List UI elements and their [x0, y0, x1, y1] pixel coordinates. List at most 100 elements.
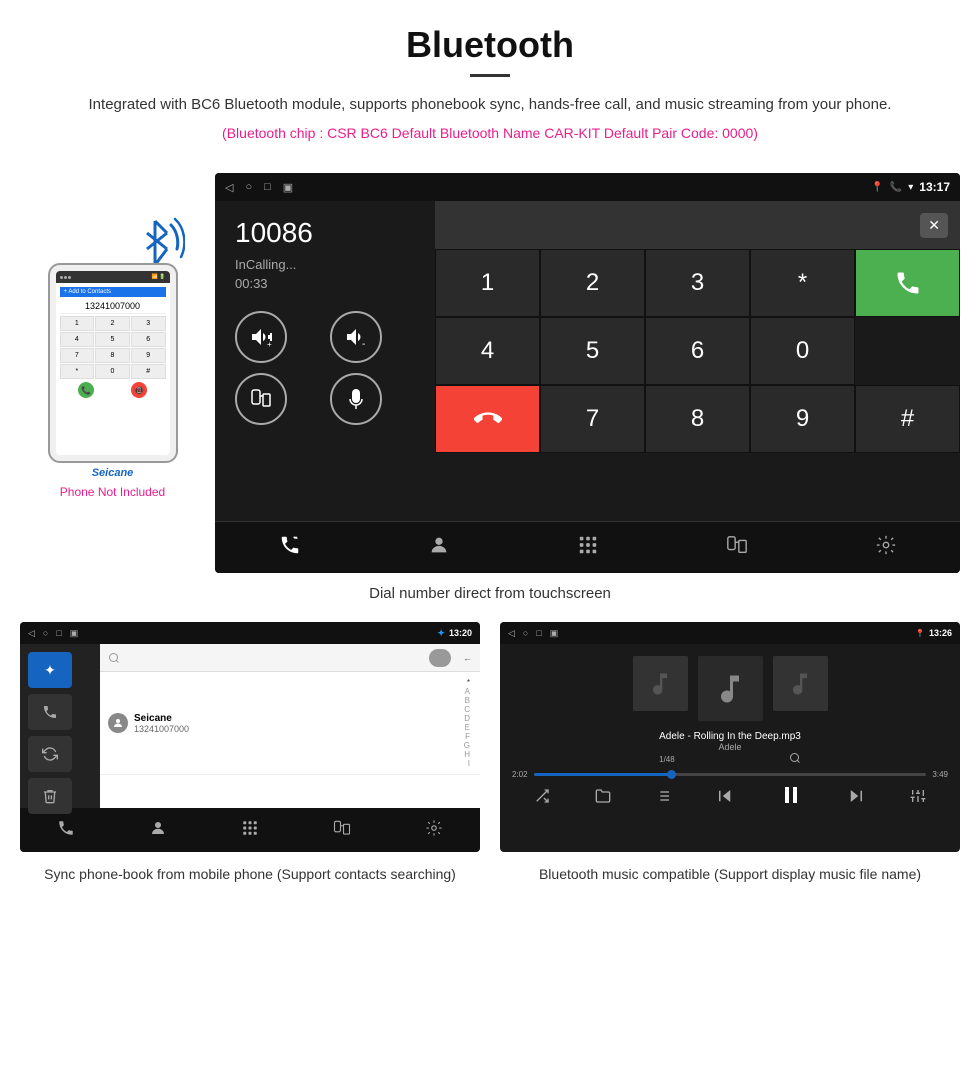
music-track-title: Adele - Rolling In the Deep.mp3: [659, 731, 801, 742]
nav-more-btn[interactable]: ▣: [283, 181, 293, 194]
bottom-settings-icon[interactable]: [859, 526, 913, 570]
dialer-right-panel: ✕ 1 2 3 * 4 5 6 0: [435, 201, 960, 521]
music-nav-back[interactable]: ◁: [508, 628, 515, 639]
pb-contact-number: 13241007000: [134, 724, 189, 734]
pb-contact-avatar: [108, 713, 128, 733]
music-list-btn[interactable]: [655, 788, 671, 807]
music-content: Adele - Rolling In the Deep.mp3 Adele 1/…: [500, 644, 960, 808]
music-folder-btn[interactable]: [595, 788, 611, 807]
pb-sync-btn[interactable]: [28, 736, 72, 772]
caller-duration: 00:33: [235, 276, 415, 291]
pb-nav-more[interactable]: ▣: [70, 628, 79, 639]
dialer-input: ✕: [435, 201, 960, 249]
mute-btn[interactable]: [330, 373, 382, 425]
car-dialer-screen: ◁ ○ □ ▣ 📍 📞 ▾ 13:17 10086 InCalling... 0…: [215, 173, 960, 573]
music-album-right: [773, 656, 828, 711]
pb-phone-btn[interactable]: [28, 694, 72, 730]
music-nav-more[interactable]: ▣: [550, 628, 559, 639]
key-hash[interactable]: #: [855, 385, 960, 453]
pb-bottom-contacts[interactable]: [141, 811, 175, 850]
phone-keypad: 123 456 789 *0#: [60, 316, 166, 379]
pb-bt-btn[interactable]: ✦: [28, 652, 72, 688]
key-5[interactable]: 5: [540, 317, 645, 385]
key-7[interactable]: 7: [540, 385, 645, 453]
nav-recent-btn[interactable]: □: [264, 181, 271, 194]
key-6[interactable]: 6: [645, 317, 750, 385]
pb-bottom-dialpad[interactable]: [233, 811, 267, 850]
phone-call-buttons: 📞 📵: [60, 382, 166, 398]
music-status-bar: ◁ ○ □ ▣ 📍 13:26: [500, 622, 960, 644]
bottom-transfer-icon[interactable]: [710, 526, 764, 570]
car-bottom-bar: [215, 521, 960, 573]
end-call-btn[interactable]: [435, 385, 540, 453]
music-block: ◁ ○ □ ▣ 📍 13:26: [500, 622, 960, 885]
transfer-btn[interactable]: [235, 373, 287, 425]
key-9[interactable]: 9: [750, 385, 855, 453]
music-play-btn[interactable]: [779, 783, 803, 812]
music-prev-btn[interactable]: [716, 787, 734, 808]
key-8[interactable]: 8: [645, 385, 750, 453]
main-caption: Dial number direct from touchscreen: [0, 573, 980, 622]
music-albums: [633, 656, 828, 721]
pb-nav-back[interactable]: ◁: [28, 628, 35, 639]
music-location-icon: 📍: [915, 629, 925, 638]
pb-bottom-bar: [20, 808, 480, 852]
pb-contact-name: Seicane: [134, 713, 189, 724]
phone-screen: 📶 🔋 + Add to Contacts 13241007000 123 45…: [56, 271, 170, 455]
music-search-icon[interactable]: [789, 752, 801, 766]
wifi-icon: ▾: [908, 182, 913, 193]
pb-bottom-settings[interactable]: [417, 811, 451, 850]
backspace-btn[interactable]: ✕: [920, 213, 948, 238]
bottom-phone-icon[interactable]: [263, 526, 317, 570]
pb-delete-btn[interactable]: [28, 778, 72, 814]
music-nav-home[interactable]: ○: [523, 628, 528, 638]
music-progress-dot: [667, 770, 676, 779]
music-progress-bar[interactable]: [534, 773, 927, 776]
pb-time: 13:20: [449, 628, 472, 638]
music-next-btn[interactable]: [847, 787, 865, 808]
music-current-time: 2:02: [512, 770, 528, 779]
music-equalizer-btn[interactable]: [910, 788, 926, 807]
key-star[interactable]: *: [750, 249, 855, 317]
svg-text:+: +: [267, 340, 272, 349]
music-album-main: [698, 656, 763, 721]
phone-not-included-label: Phone Not Included: [20, 485, 205, 499]
phonebook-content: ✦: [20, 644, 480, 808]
vol-up-btn[interactable]: +: [235, 311, 287, 363]
dialer-left-panel: 10086 InCalling... 00:33 +: [215, 201, 435, 521]
pb-bottom-phone[interactable]: [49, 811, 83, 850]
bottom-contacts-icon[interactable]: [412, 526, 466, 570]
music-album-left: [633, 656, 688, 711]
phone-contact-bar: + Add to Contacts: [60, 287, 166, 297]
key-2[interactable]: 2: [540, 249, 645, 317]
seicane-logo: Seicane: [20, 467, 205, 479]
pb-nav-recent[interactable]: □: [56, 628, 61, 638]
caller-status: InCalling...: [235, 257, 415, 272]
music-nav-recent[interactable]: □: [536, 628, 541, 638]
key-1[interactable]: 1: [435, 249, 540, 317]
music-shuffle-btn[interactable]: [534, 788, 550, 807]
bottom-dialpad-icon[interactable]: [561, 526, 615, 570]
key-4[interactable]: 4: [435, 317, 540, 385]
pb-search-bar: ←: [100, 644, 480, 672]
phone-signal-icon: 📞: [890, 182, 902, 193]
vol-down-btn[interactable]: -: [330, 311, 382, 363]
pb-main: ← Seicane 13241007000: [100, 644, 480, 808]
phone-mockup: 📶 🔋 + Add to Contacts 13241007000 123 45…: [20, 213, 205, 499]
nav-home-btn[interactable]: ○: [245, 181, 252, 194]
car-status-bar: ◁ ○ □ ▣ 📍 📞 ▾ 13:17: [215, 173, 960, 201]
key-3[interactable]: 3: [645, 249, 750, 317]
key-0[interactable]: 0: [750, 317, 855, 385]
phone-frame: 📶 🔋 + Add to Contacts 13241007000 123 45…: [48, 263, 178, 463]
dialer-controls: + -: [235, 311, 415, 425]
location-icon: 📍: [871, 182, 883, 193]
numpad: 1 2 3 * 4 5 6 0: [435, 249, 960, 453]
page-title: Bluetooth: [60, 24, 920, 66]
pb-bottom-transfer[interactable]: [325, 811, 359, 850]
music-controls: [512, 783, 948, 812]
caller-number: 10086: [235, 217, 415, 249]
call-btn[interactable]: [855, 249, 960, 317]
nav-back-btn[interactable]: ◁: [225, 181, 233, 194]
pb-nav-home[interactable]: ○: [43, 628, 48, 638]
car-dialer-content: 10086 InCalling... 00:33 +: [215, 201, 960, 521]
